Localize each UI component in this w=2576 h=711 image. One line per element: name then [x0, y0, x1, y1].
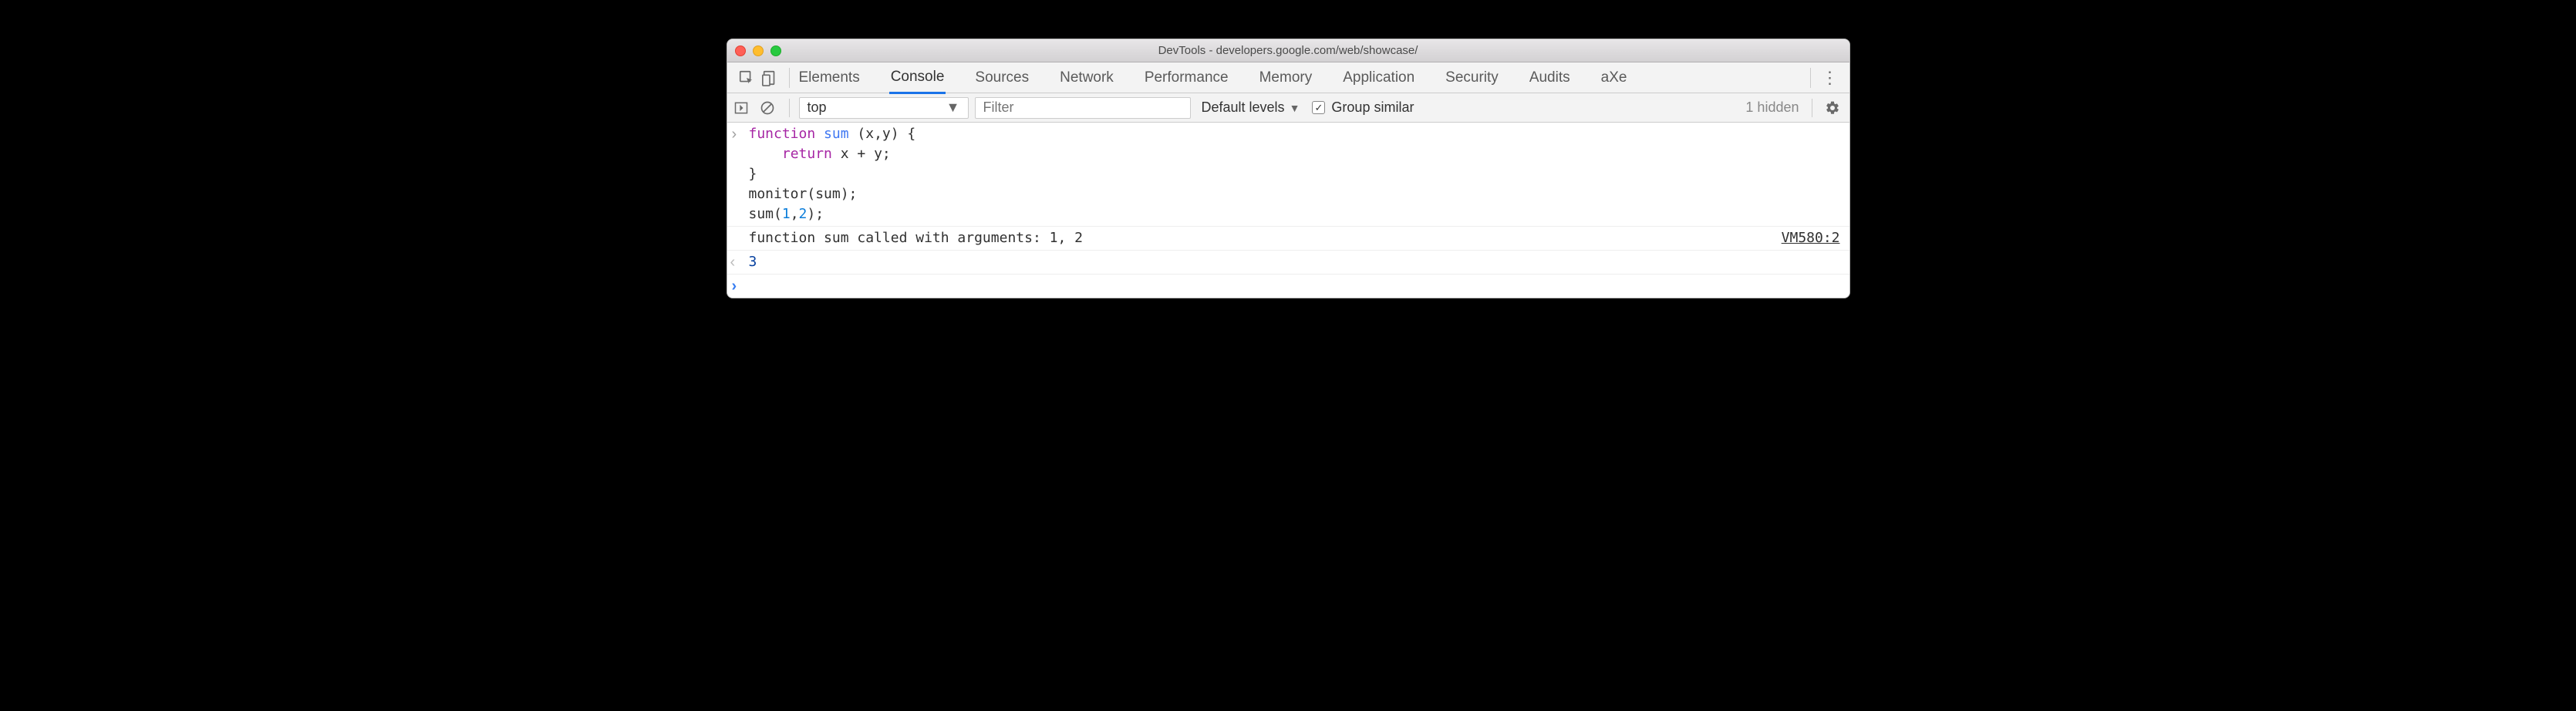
toggle-sidebar-icon[interactable]	[733, 100, 754, 116]
group-similar-label: Group similar	[1331, 99, 1414, 116]
titlebar: DevTools - developers.google.com/web/sho…	[727, 39, 1849, 62]
console-input-entry: function sum (x,y) { return x + y; } mon…	[727, 123, 1849, 227]
separator	[789, 68, 790, 88]
clear-console-icon[interactable]	[760, 100, 780, 116]
context-label: top	[808, 99, 827, 116]
window-title: DevTools - developers.google.com/web/sho…	[727, 44, 1849, 57]
output-chevron-icon	[732, 252, 749, 272]
console-log-entry: function sum called with arguments: 1, 2…	[727, 227, 1849, 251]
dropdown-arrow-icon: ▼	[1290, 102, 1300, 114]
devtools-window: DevTools - developers.google.com/web/sho…	[727, 39, 1850, 298]
separator	[1810, 68, 1811, 88]
group-similar-toggle[interactable]: ✓ Group similar	[1312, 99, 1414, 116]
console-body: function sum (x,y) { return x + y; } mon…	[727, 123, 1849, 298]
tab-sources[interactable]: Sources	[973, 62, 1030, 93]
panel-tabs: Elements Console Sources Network Perform…	[797, 62, 1629, 94]
execution-context-selector[interactable]: top ▼	[799, 97, 969, 119]
hidden-messages-count[interactable]: 1 hidden	[1745, 99, 1799, 116]
tab-performance[interactable]: Performance	[1143, 62, 1230, 93]
console-settings-icon[interactable]	[1822, 100, 1843, 116]
device-toolbar-icon[interactable]	[758, 66, 781, 89]
separator	[789, 99, 790, 117]
input-chevron-icon	[732, 124, 749, 224]
tab-security[interactable]: Security	[1444, 62, 1500, 93]
console-result-entry: 3	[727, 251, 1849, 275]
log-levels-selector[interactable]: Default levels ▼	[1197, 99, 1300, 116]
log-message: function sum called with arguments: 1, 2	[749, 228, 1782, 248]
prompt-input[interactable]	[749, 276, 1842, 296]
levels-label: Default levels	[1202, 99, 1285, 116]
dropdown-arrow-icon: ▼	[946, 99, 960, 116]
tab-console[interactable]: Console	[889, 62, 946, 94]
more-options-icon[interactable]: ⋮	[1819, 68, 1842, 88]
code-input[interactable]: function sum (x,y) { return x + y; } mon…	[749, 124, 1842, 224]
tab-application[interactable]: Application	[1341, 62, 1416, 93]
checkbox-checked-icon: ✓	[1312, 101, 1325, 114]
inspect-element-icon[interactable]	[735, 66, 758, 89]
log-gutter	[732, 228, 749, 248]
console-prompt[interactable]	[727, 275, 1849, 298]
tab-axe[interactable]: aXe	[1600, 62, 1629, 93]
tab-memory[interactable]: Memory	[1258, 62, 1314, 93]
filter-input[interactable]	[975, 97, 1191, 119]
console-toolbar: top ▼ Default levels ▼ ✓ Group similar 1…	[727, 93, 1849, 123]
tab-audits[interactable]: Audits	[1528, 62, 1572, 93]
result-value: 3	[749, 252, 1842, 272]
tab-elements[interactable]: Elements	[797, 62, 861, 93]
main-tabbar: Elements Console Sources Network Perform…	[727, 62, 1849, 93]
prompt-chevron-icon	[732, 276, 749, 296]
source-link[interactable]: VM580:2	[1782, 228, 1842, 248]
tab-network[interactable]: Network	[1058, 62, 1115, 93]
